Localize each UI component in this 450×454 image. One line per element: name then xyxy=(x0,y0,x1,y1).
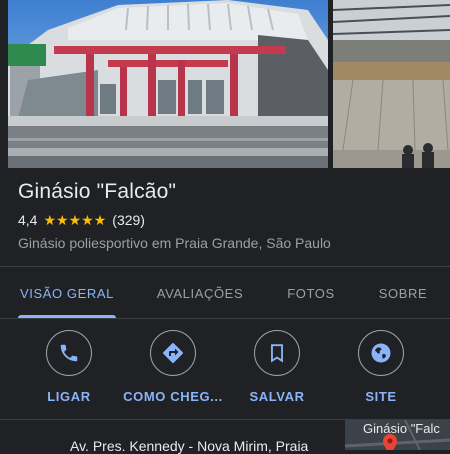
directions-button[interactable]: COMO CHEG... xyxy=(118,330,228,404)
tab-overview[interactable]: VISÃO GERAL xyxy=(10,267,124,319)
rating-value: 4,4 xyxy=(18,212,38,228)
tab-reviews[interactable]: AVALIAÇÕES xyxy=(143,267,257,319)
place-photo-main[interactable] xyxy=(8,0,328,168)
website-button[interactable]: SITE xyxy=(326,330,436,404)
star-icon: ★ xyxy=(68,212,82,228)
photo-carousel[interactable] xyxy=(0,0,450,170)
place-photo-secondary[interactable] xyxy=(333,0,450,168)
phone-icon xyxy=(60,344,78,362)
review-count: (329) xyxy=(112,212,145,228)
directions-button-label: COMO CHEG... xyxy=(123,389,223,404)
map-pin-icon xyxy=(383,434,397,450)
call-button[interactable]: LIGAR xyxy=(14,330,124,404)
bookmark-icon xyxy=(271,344,283,363)
directions-icon xyxy=(163,343,183,363)
map-thumbnail[interactable]: Ginásio "Falc xyxy=(345,420,450,450)
rating-stars: ★ ★ ★ ★ ★ xyxy=(43,213,106,227)
save-button[interactable]: SALVAR xyxy=(222,330,332,404)
website-button-label: SITE xyxy=(365,389,397,404)
star-icon: ★ xyxy=(43,212,57,228)
rating-row[interactable]: 4,4 ★ ★ ★ ★ ★ (329) xyxy=(18,212,145,228)
tab-bar: VISÃO GERAL AVALIAÇÕES FOTOS SOBRE xyxy=(0,267,450,319)
star-icon: ★ xyxy=(56,212,69,228)
star-icon: ★ xyxy=(81,212,94,228)
place-title: Ginásio "Falcão" xyxy=(18,180,177,203)
tab-photos[interactable]: FOTOS xyxy=(262,267,360,319)
address-text[interactable]: Av. Pres. Kennedy - Nova Mirim, Praia xyxy=(70,438,308,454)
website-button-circle[interactable] xyxy=(358,330,404,376)
tab-about[interactable]: SOBRE xyxy=(362,267,444,319)
divider xyxy=(0,318,450,319)
save-button-label: SALVAR xyxy=(249,389,305,404)
save-button-circle[interactable] xyxy=(254,330,300,376)
map-place-label: Ginásio "Falc xyxy=(363,421,440,436)
action-buttons: LIGAR COMO CHEG... SALVAR SITE xyxy=(0,330,450,410)
call-button-label: LIGAR xyxy=(47,389,91,404)
star-icon: ★ xyxy=(93,212,107,228)
call-button-circle[interactable] xyxy=(46,330,92,376)
directions-button-circle[interactable] xyxy=(150,330,196,376)
place-category-location: Ginásio poliesportivo em Praia Grande, S… xyxy=(18,235,331,251)
globe-icon xyxy=(371,343,391,363)
